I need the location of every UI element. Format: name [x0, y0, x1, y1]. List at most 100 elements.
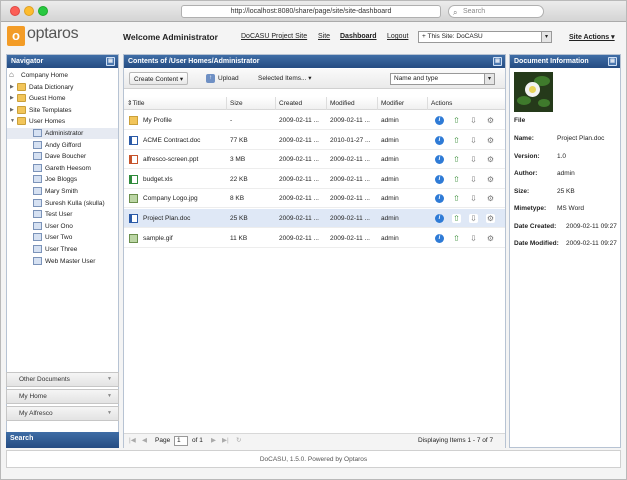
collapse-icon[interactable]: ▤	[608, 57, 617, 66]
site-link[interactable]: Site	[318, 33, 330, 40]
checkout-icon[interactable]: ⇧	[452, 214, 461, 223]
tree-node[interactable]: Administrator	[7, 128, 118, 139]
refresh-icon[interactable]: ↻	[236, 434, 241, 448]
more-actions-icon[interactable]: ⚙	[486, 233, 495, 243]
table-row[interactable]: sample.gif 11 KB 2009-02-11 ... 2009-02-11 …	[124, 229, 505, 248]
checkout-icon[interactable]: ⇧	[452, 135, 461, 145]
checkout-icon[interactable]: ⇧	[452, 174, 461, 184]
collapse-arrow-icon[interactable]: ▼	[10, 116, 15, 127]
tree-node[interactable]: User Three	[7, 244, 118, 255]
download-icon[interactable]: ⇩	[469, 174, 478, 184]
tree-node[interactable]: Mary Smith	[7, 186, 118, 197]
column-modified[interactable]: Modified	[327, 97, 378, 110]
download-icon[interactable]: ⇩	[469, 194, 478, 204]
accordion-other-documents[interactable]: Other Documents ▼	[6, 372, 119, 387]
download-icon[interactable]: ⇩	[469, 116, 478, 125]
site-actions-menu[interactable]: Site Actions ▾	[569, 33, 615, 41]
document-info-header: Document Information ▤	[510, 55, 620, 68]
browser-search-field[interactable]: ⌕ Search	[448, 5, 544, 18]
column-size[interactable]: Size	[227, 97, 276, 110]
accordion-my-home[interactable]: My Home ▼	[6, 389, 119, 404]
cell-title[interactable]: Company Logo.jpg	[143, 189, 227, 208]
tree-node[interactable]: Andy Gifford	[7, 140, 118, 151]
download-icon[interactable]: ⇩	[469, 155, 478, 165]
more-actions-icon[interactable]: ⚙	[486, 116, 495, 125]
sort-select[interactable]: Name and type ▾	[390, 73, 495, 85]
tree-node[interactable]: ▶ Guest Home	[7, 93, 118, 104]
search-panel-header[interactable]: Search	[6, 432, 119, 448]
minimize-window-button[interactable]	[24, 6, 34, 16]
tree-node[interactable]: User Ono	[7, 221, 118, 232]
tree-node[interactable]: ▶ Site Templates	[7, 105, 118, 116]
expand-arrow-icon[interactable]: ▶	[10, 82, 14, 93]
project-site-link[interactable]: DoCASU Project Site	[241, 33, 307, 40]
optaros-logo[interactable]: o optaros	[7, 25, 93, 48]
tree-node[interactable]: Gareth Heesom	[7, 163, 118, 174]
collapse-icon[interactable]: ▤	[493, 57, 502, 66]
cell-title[interactable]: sample.gif	[143, 229, 227, 248]
checkout-icon[interactable]: ⇧	[452, 155, 461, 165]
tree-node[interactable]: User Two	[7, 232, 118, 243]
cell-title[interactable]: Project Plan.doc	[143, 209, 227, 228]
column-created[interactable]: Created	[276, 97, 327, 110]
more-actions-icon[interactable]: ⚙	[486, 214, 495, 223]
upload-label: Upload	[218, 75, 239, 82]
prev-page-icon[interactable]: ◀	[142, 434, 147, 448]
info-field-label: Mimetype:	[514, 205, 547, 212]
tree-node[interactable]: ▼ User Homes	[7, 116, 118, 127]
create-content-button[interactable]: Create Content ▾	[129, 72, 189, 85]
info-icon[interactable]: i	[435, 174, 444, 184]
tree-node[interactable]: ▶ Data Dictionary	[7, 82, 118, 93]
more-actions-icon[interactable]: ⚙	[486, 155, 495, 165]
info-icon[interactable]: i	[435, 233, 444, 243]
info-icon[interactable]: i	[435, 214, 444, 223]
column-title[interactable]: ⇕Title	[124, 97, 227, 110]
download-icon[interactable]: ⇩	[469, 214, 478, 223]
close-window-button[interactable]	[10, 6, 20, 16]
page-number-input[interactable]: 1	[174, 436, 188, 446]
checkout-icon[interactable]: ⇧	[452, 116, 461, 125]
info-icon[interactable]: i	[435, 194, 444, 204]
cell-title[interactable]: budget.xls	[143, 170, 227, 189]
table-row[interactable]: Project Plan.doc 25 KB 2009-02-11 ... 2009-…	[124, 209, 505, 228]
tree-node[interactable]: Web Master User	[7, 256, 118, 267]
table-row[interactable]: My Profile - 2009-02-11 ... 2009-02-11 ... a…	[124, 111, 505, 130]
checkout-icon[interactable]: ⇧	[452, 194, 461, 204]
cell-title[interactable]: alfresco-screen.ppt	[143, 150, 227, 169]
cell-title[interactable]: My Profile	[143, 111, 227, 130]
dashboard-link[interactable]: Dashboard	[340, 33, 377, 40]
first-page-icon[interactable]: |◀	[129, 434, 136, 448]
info-icon[interactable]: i	[435, 116, 444, 125]
site-search-select[interactable]: + This Site: DoCASU ▾	[418, 31, 552, 43]
column-modifier[interactable]: Modifier	[378, 97, 428, 110]
next-page-icon[interactable]: ▶	[211, 434, 216, 448]
tree-node[interactable]: Dave Boucher	[7, 151, 118, 162]
more-actions-icon[interactable]: ⚙	[486, 174, 495, 184]
download-icon[interactable]: ⇩	[469, 135, 478, 145]
table-row[interactable]: ACME Contract.doc 77 KB 2009-02-11 ... 2010…	[124, 131, 505, 150]
accordion-my-alfresco[interactable]: My Alfresco ▼	[6, 406, 119, 421]
tree-node[interactable]: ⌂ Company Home	[7, 70, 118, 81]
table-row[interactable]: budget.xls 22 KB 2009-02-11 ... 2009-02-11 …	[124, 170, 505, 189]
table-row[interactable]: alfresco-screen.ppt 3 MB 2009-02-11 ... 200…	[124, 150, 505, 170]
checkout-icon[interactable]: ⇧	[452, 233, 461, 243]
tree-node[interactable]: Joe Bloggs	[7, 174, 118, 185]
expand-arrow-icon[interactable]: ▶	[10, 93, 14, 104]
last-page-icon[interactable]: ▶|	[222, 434, 229, 448]
download-icon[interactable]: ⇩	[469, 233, 478, 243]
tree-node[interactable]: Test User	[7, 209, 118, 220]
expand-arrow-icon[interactable]: ▶	[10, 105, 14, 116]
zoom-window-button[interactable]	[38, 6, 48, 16]
address-bar[interactable]: http://localhost:8080/share/page/site/si…	[181, 5, 441, 18]
more-actions-icon[interactable]: ⚙	[486, 194, 495, 204]
more-actions-icon[interactable]: ⚙	[486, 135, 495, 145]
table-row[interactable]: Company Logo.jpg 8 KB 2009-02-11 ... 2009-0…	[124, 189, 505, 209]
cell-title[interactable]: ACME Contract.doc	[143, 131, 227, 150]
collapse-icon[interactable]: ▤	[106, 57, 115, 66]
info-icon[interactable]: i	[435, 155, 444, 165]
info-icon[interactable]: i	[435, 135, 444, 145]
tree-node[interactable]: Suresh Kulla (skulla)	[7, 198, 118, 209]
logout-link[interactable]: Logout	[387, 33, 408, 40]
selected-items-menu[interactable]: Selected Items... ▾	[258, 72, 311, 85]
upload-button[interactable]: ↑ Upload	[206, 72, 239, 85]
